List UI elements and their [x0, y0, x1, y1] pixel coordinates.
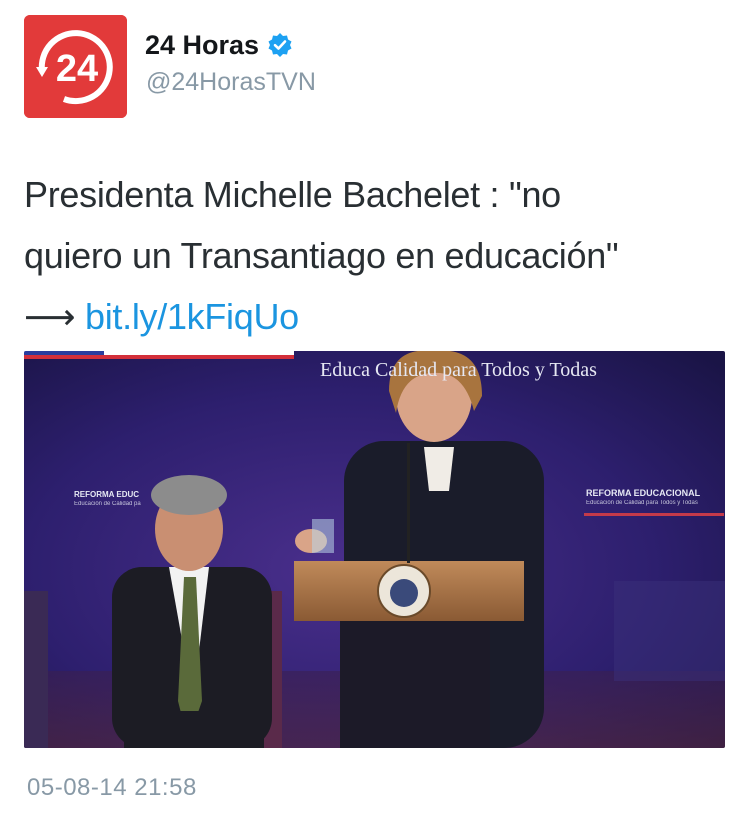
- avatar-text: 24: [56, 48, 98, 90]
- backdrop-sign-left: REFORMA EDUC Educación de Calidad pa: [74, 490, 141, 507]
- tweet-text-line-3: ⟶ bit.ly/1kFiqUo: [24, 286, 724, 347]
- tweet-text-line-2: quiero un Transantiago en educación": [24, 235, 619, 276]
- tweet-text-line-1: Presidenta Michelle Bachelet : "no: [24, 174, 561, 215]
- arrow-icon: ⟶: [24, 296, 76, 337]
- tweet-link[interactable]: bit.ly/1kFiqUo: [85, 296, 299, 337]
- backdrop-sign-right: REFORMA EDUCACIONAL Educación de Calidad…: [586, 488, 700, 506]
- tweet-photo[interactable]: Educa Calidad para Todos y Todas REFORMA…: [24, 351, 725, 748]
- avatar[interactable]: 24: [24, 15, 127, 118]
- backdrop-sign-right-title: REFORMA EDUCACIONAL: [586, 488, 701, 498]
- tweet-text: Presidenta Michelle Bachelet : "no quier…: [24, 164, 724, 347]
- verified-badge-icon: [267, 32, 293, 58]
- tweet-card: 24 24 Horas @24HorasTVN Presidenta Miche…: [0, 0, 749, 830]
- backdrop-sign-left-title: REFORMA EDUC: [74, 490, 140, 499]
- backdrop-sign-left-sub: Educación de Calidad pa: [74, 501, 141, 507]
- user-handle[interactable]: @24HorasTVN: [146, 67, 316, 97]
- 24-horas-logo-icon: 24: [24, 15, 127, 118]
- photo-illustration: [24, 351, 725, 748]
- tweet-timestamp[interactable]: 05-08-14 21:58: [27, 774, 197, 802]
- display-name[interactable]: 24 Horas: [145, 28, 293, 62]
- backdrop-title: Educa Calidad para Todos y Todas: [320, 359, 597, 381]
- display-name-text: 24 Horas: [145, 30, 260, 60]
- backdrop-sign-right-sub: Educación de Calidad para Todos y Todas: [586, 500, 698, 506]
